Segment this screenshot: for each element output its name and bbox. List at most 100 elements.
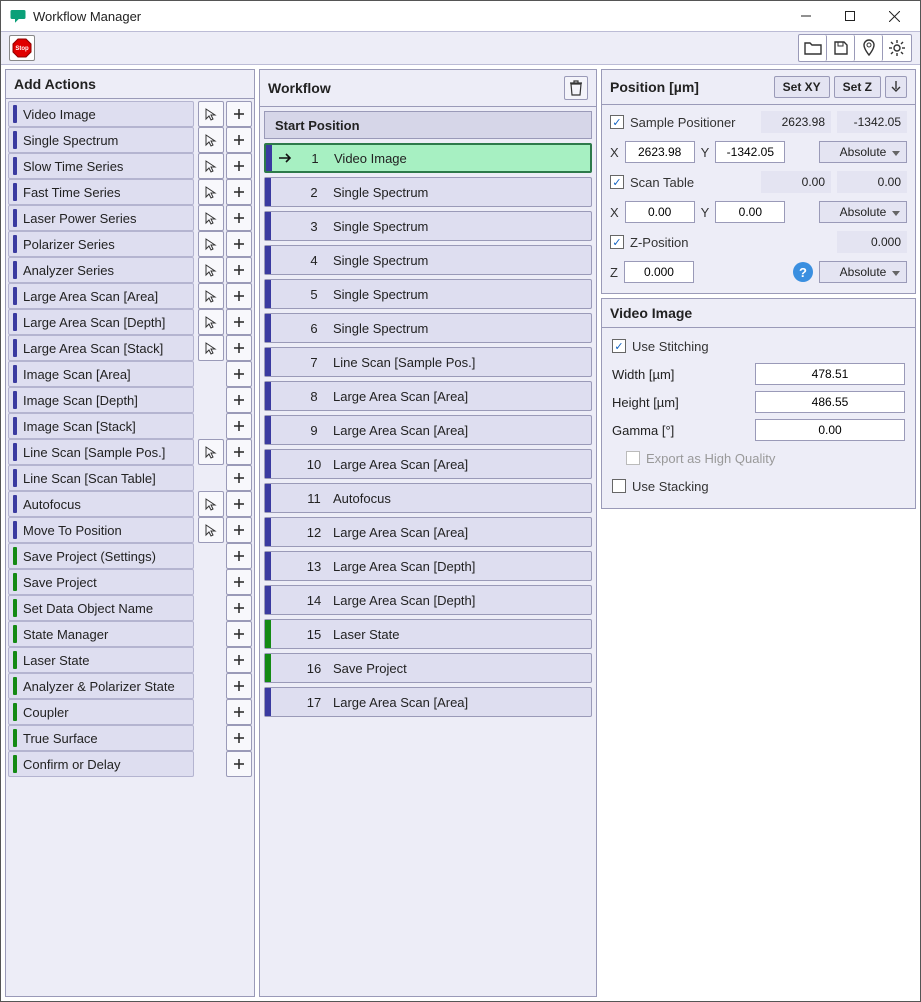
add-step-button[interactable] — [226, 413, 252, 439]
add-step-button[interactable] — [226, 647, 252, 673]
height-input[interactable] — [755, 391, 905, 413]
workflow-start[interactable]: Start Position — [264, 111, 592, 139]
workflow-step[interactable]: 4Single Spectrum — [264, 245, 592, 275]
add-step-button[interactable] — [226, 335, 252, 361]
st-x-input[interactable] — [625, 201, 695, 223]
add-step-button[interactable] — [226, 439, 252, 465]
workflow-step[interactable]: 9Large Area Scan [Area] — [264, 415, 592, 445]
export-hq-checkbox[interactable] — [626, 451, 640, 465]
add-step-button[interactable] — [226, 595, 252, 621]
add-step-button[interactable] — [226, 491, 252, 517]
action-item[interactable]: Fast Time Series — [8, 179, 194, 205]
action-item[interactable]: Laser Power Series — [8, 205, 194, 231]
workflow-step[interactable]: 5Single Spectrum — [264, 279, 592, 309]
action-item[interactable]: Large Area Scan [Area] — [8, 283, 194, 309]
action-item[interactable]: Image Scan [Stack] — [8, 413, 194, 439]
action-item[interactable]: Large Area Scan [Depth] — [8, 309, 194, 335]
action-item[interactable]: Save Project — [8, 569, 194, 595]
action-item[interactable]: Coupler — [8, 699, 194, 725]
add-step-button[interactable] — [226, 127, 252, 153]
add-step-button[interactable] — [226, 387, 252, 413]
pick-cursor-button[interactable] — [198, 309, 224, 335]
add-step-button[interactable] — [226, 153, 252, 179]
add-step-button[interactable] — [226, 725, 252, 751]
add-step-button[interactable] — [226, 543, 252, 569]
pick-cursor-button[interactable] — [198, 491, 224, 517]
add-step-button[interactable] — [226, 569, 252, 595]
settings-button[interactable] — [883, 35, 911, 61]
use-stacking-checkbox[interactable] — [612, 479, 626, 493]
z-position-checkbox[interactable]: ✓ — [610, 235, 624, 249]
action-item[interactable]: Line Scan [Sample Pos.] — [8, 439, 194, 465]
action-item[interactable]: True Surface — [8, 725, 194, 751]
save-button[interactable] — [827, 35, 855, 61]
workflow-step[interactable]: 2Single Spectrum — [264, 177, 592, 207]
add-step-button[interactable] — [226, 751, 252, 777]
z-input[interactable] — [624, 261, 694, 283]
pick-cursor-button[interactable] — [198, 205, 224, 231]
sp-x-input[interactable] — [625, 141, 695, 163]
close-button[interactable] — [872, 2, 916, 30]
pick-cursor-button[interactable] — [198, 517, 224, 543]
maximize-button[interactable] — [828, 2, 872, 30]
add-step-button[interactable] — [226, 231, 252, 257]
width-input[interactable] — [755, 363, 905, 385]
add-step-button[interactable] — [226, 361, 252, 387]
pick-cursor-button[interactable] — [198, 439, 224, 465]
open-button[interactable] — [799, 35, 827, 61]
add-step-button[interactable] — [226, 179, 252, 205]
add-step-button[interactable] — [226, 621, 252, 647]
pick-cursor-button[interactable] — [198, 257, 224, 283]
action-item[interactable]: Polarizer Series — [8, 231, 194, 257]
action-item[interactable]: Video Image — [8, 101, 194, 127]
pick-cursor-button[interactable] — [198, 335, 224, 361]
action-item[interactable]: State Manager — [8, 621, 194, 647]
st-y-input[interactable] — [715, 201, 785, 223]
action-item[interactable]: Line Scan [Scan Table] — [8, 465, 194, 491]
add-step-button[interactable] — [226, 673, 252, 699]
add-step-button[interactable] — [226, 465, 252, 491]
pick-cursor-button[interactable] — [198, 153, 224, 179]
st-mode-select[interactable]: Absolute — [819, 201, 907, 223]
help-icon[interactable]: ? — [793, 262, 813, 282]
pick-cursor-button[interactable] — [198, 101, 224, 127]
workflow-step[interactable]: 1Video Image — [264, 143, 592, 173]
action-item[interactable]: Set Data Object Name — [8, 595, 194, 621]
z-mode-select[interactable]: Absolute — [819, 261, 907, 283]
workflow-step[interactable]: 14Large Area Scan [Depth] — [264, 585, 592, 615]
workflow-step[interactable]: 17Large Area Scan [Area] — [264, 687, 592, 717]
sample-positioner-checkbox[interactable]: ✓ — [610, 115, 624, 129]
add-step-button[interactable] — [226, 283, 252, 309]
pick-cursor-button[interactable] — [198, 179, 224, 205]
action-item[interactable]: Move To Position — [8, 517, 194, 543]
action-item[interactable]: Confirm or Delay — [8, 751, 194, 777]
workflow-step[interactable]: 6Single Spectrum — [264, 313, 592, 343]
location-button[interactable] — [855, 35, 883, 61]
sp-mode-select[interactable]: Absolute — [819, 141, 907, 163]
minimize-button[interactable] — [784, 2, 828, 30]
workflow-step[interactable]: 16Save Project — [264, 653, 592, 683]
workflow-step[interactable]: 11Autofocus — [264, 483, 592, 513]
action-item[interactable]: Large Area Scan [Stack] — [8, 335, 194, 361]
use-stitching-checkbox[interactable]: ✓ — [612, 339, 626, 353]
down-arrow-button[interactable] — [885, 76, 907, 98]
action-item[interactable]: Single Spectrum — [8, 127, 194, 153]
pick-cursor-button[interactable] — [198, 283, 224, 309]
add-step-button[interactable] — [226, 205, 252, 231]
scan-table-checkbox[interactable]: ✓ — [610, 175, 624, 189]
workflow-step[interactable]: 15Laser State — [264, 619, 592, 649]
action-item[interactable]: Laser State — [8, 647, 194, 673]
workflow-step[interactable]: 12Large Area Scan [Area] — [264, 517, 592, 547]
pick-cursor-button[interactable] — [198, 127, 224, 153]
action-item[interactable]: Save Project (Settings) — [8, 543, 194, 569]
action-item[interactable]: Image Scan [Area] — [8, 361, 194, 387]
workflow-step[interactable]: 7Line Scan [Sample Pos.] — [264, 347, 592, 377]
add-step-button[interactable] — [226, 309, 252, 335]
stop-button[interactable]: Stop — [9, 35, 35, 61]
workflow-step[interactable]: 8Large Area Scan [Area] — [264, 381, 592, 411]
pick-cursor-button[interactable] — [198, 231, 224, 257]
add-step-button[interactable] — [226, 699, 252, 725]
sp-y-input[interactable] — [715, 141, 785, 163]
workflow-step[interactable]: 13Large Area Scan [Depth] — [264, 551, 592, 581]
workflow-step[interactable]: 3Single Spectrum — [264, 211, 592, 241]
